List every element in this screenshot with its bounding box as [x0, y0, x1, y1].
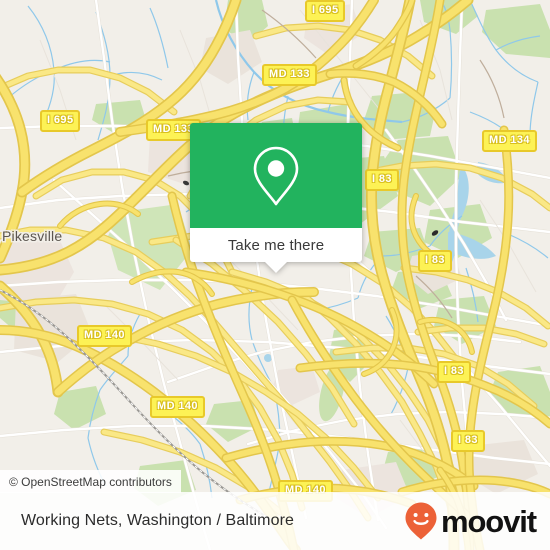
- map-pin-icon: [253, 146, 299, 205]
- location-title: Working Nets, Washington / Baltimore: [21, 512, 295, 529]
- road-shield: I 83: [451, 430, 485, 452]
- road-shield: I 83: [437, 361, 471, 383]
- road-shield: MD 140: [77, 325, 132, 347]
- moovit-map-screen: .land { fill:#f2efe9; } .park { fill:#cf…: [0, 0, 550, 550]
- road-shield: I 83: [418, 250, 452, 272]
- road-shield: MD 133: [262, 64, 317, 86]
- road-shield: I 695: [40, 110, 81, 132]
- callout-pointer: [265, 262, 287, 273]
- moovit-logo[interactable]: moovit: [404, 501, 537, 541]
- moovit-pin-smile-icon: [405, 502, 437, 540]
- road-shield: MD 134: [482, 130, 537, 152]
- moovit-wordmark: moovit: [440, 503, 537, 539]
- take-me-there-label: Take me there: [227, 236, 325, 254]
- osm-attribution[interactable]: © OpenStreetMap contributors: [0, 470, 181, 493]
- road-shield: I 83: [365, 169, 399, 191]
- callout-footer[interactable]: Take me there: [190, 228, 362, 262]
- place-label: Pikesville: [2, 228, 63, 244]
- bottom-bar: Working Nets, Washington / Baltimore moo…: [0, 492, 550, 550]
- road-shield: MD 140: [150, 396, 205, 418]
- callout-header: [190, 123, 362, 228]
- osm-attribution-text: © OpenStreetMap contributors: [9, 474, 172, 489]
- take-me-there-callout[interactable]: Take me there: [190, 123, 362, 273]
- road-shield: I 695: [305, 0, 346, 22]
